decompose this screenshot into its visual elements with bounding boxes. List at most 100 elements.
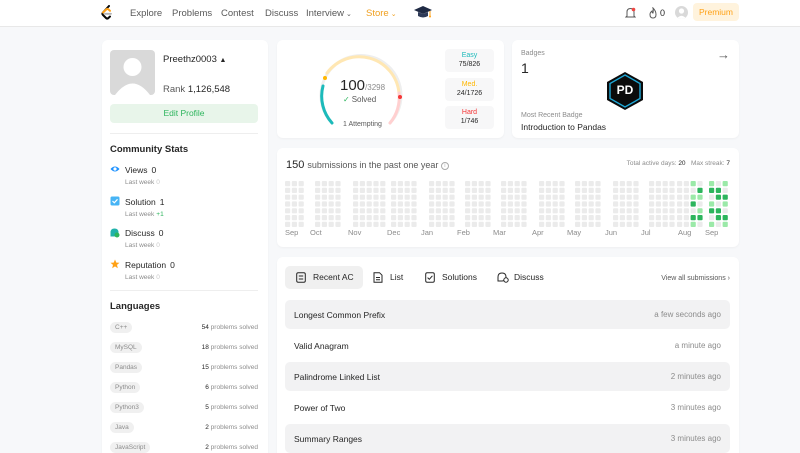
heatmap-cell[interactable]	[545, 201, 551, 207]
heatmap-cell[interactable]	[321, 194, 327, 200]
list-item[interactable]: Power of Two 3 minutes ago	[285, 393, 730, 422]
heatmap-cell[interactable]	[619, 221, 625, 227]
heatmap-cell[interactable]	[471, 208, 477, 214]
heatmap-cell[interactable]	[588, 187, 594, 193]
heatmap-cell[interactable]	[353, 208, 359, 214]
heatmap-cell[interactable]	[285, 208, 291, 214]
heatmap-cell[interactable]	[521, 181, 527, 187]
heatmap-cell[interactable]	[411, 187, 417, 193]
heatmap-cell[interactable]	[380, 187, 386, 193]
heatmap-cell[interactable]	[442, 215, 448, 221]
heatmap-cell[interactable]	[298, 208, 304, 214]
notification-bell-icon[interactable]	[625, 7, 636, 19]
heatmap-cell[interactable]	[715, 181, 721, 187]
heatmap-cell[interactable]	[539, 201, 545, 207]
heatmap-cell[interactable]	[291, 215, 297, 221]
heatmap-cell[interactable]	[669, 194, 675, 200]
difficulty-hard[interactable]: Hard 1/746	[445, 106, 494, 129]
heatmap-cell[interactable]	[449, 215, 455, 221]
heatmap-cell[interactable]	[335, 187, 341, 193]
heatmap-cell[interactable]	[683, 187, 689, 193]
heatmap-cell[interactable]	[335, 181, 341, 187]
heatmap-cell[interactable]	[391, 215, 397, 221]
heatmap-cell[interactable]	[321, 187, 327, 193]
heatmap-cell[interactable]	[507, 215, 513, 221]
heatmap-cell[interactable]	[353, 194, 359, 200]
heatmap-cell[interactable]	[501, 187, 507, 193]
heatmap-cell[interactable]	[697, 201, 703, 207]
heatmap-cell[interactable]	[442, 181, 448, 187]
heatmap-cell[interactable]	[545, 181, 551, 187]
lang-tag-mysql[interactable]: MySQL	[110, 342, 142, 353]
heatmap-cell[interactable]	[359, 194, 365, 200]
heatmap-cell[interactable]	[478, 194, 484, 200]
heatmap-cell[interactable]	[435, 208, 441, 214]
heatmap-cell[interactable]	[321, 215, 327, 221]
heatmap-cell[interactable]	[449, 194, 455, 200]
tab-recent-ac[interactable]: Recent AC	[285, 266, 363, 289]
heatmap-cell[interactable]	[613, 208, 619, 214]
heatmap-cell[interactable]	[613, 201, 619, 207]
heatmap-cell[interactable]	[715, 187, 721, 193]
heatmap-cell[interactable]	[501, 201, 507, 207]
heatmap-cell[interactable]	[507, 208, 513, 214]
heatmap-cell[interactable]	[626, 215, 632, 221]
heatmap-cell[interactable]	[397, 201, 403, 207]
heatmap-cell[interactable]	[581, 187, 587, 193]
heatmap-cell[interactable]	[669, 187, 675, 193]
leetcode-logo-icon[interactable]	[100, 5, 114, 21]
heatmap-cell[interactable]	[575, 208, 581, 214]
heatmap-cell[interactable]	[404, 208, 410, 214]
heatmap-cell[interactable]	[649, 201, 655, 207]
heatmap-cell[interactable]	[539, 187, 545, 193]
heatmap-cell[interactable]	[298, 194, 304, 200]
streak-flame-icon[interactable]	[648, 7, 658, 19]
heatmap-cell[interactable]	[588, 215, 594, 221]
nav-explore[interactable]: Explore	[130, 8, 162, 19]
heatmap-cell[interactable]	[471, 194, 477, 200]
heatmap-cell[interactable]	[662, 201, 668, 207]
heatmap-cell[interactable]	[633, 194, 639, 200]
heatmap-cell[interactable]	[588, 221, 594, 227]
heatmap-cell[interactable]	[690, 201, 696, 207]
heatmap-cell[interactable]	[373, 208, 379, 214]
heatmap-cell[interactable]	[677, 208, 683, 214]
heatmap-cell[interactable]	[315, 187, 321, 193]
heatmap-cell[interactable]	[722, 194, 728, 200]
heatmap-cell[interactable]	[442, 187, 448, 193]
heatmap-cell[interactable]	[366, 215, 372, 221]
heatmap-cell[interactable]	[429, 194, 435, 200]
heatmap-cell[interactable]	[435, 181, 441, 187]
heatmap-cell[interactable]	[539, 221, 545, 227]
heatmap-cell[interactable]	[429, 201, 435, 207]
heatmap-cell[interactable]	[411, 181, 417, 187]
heatmap-cell[interactable]	[581, 181, 587, 187]
heatmap-cell[interactable]	[315, 215, 321, 221]
heatmap-cell[interactable]	[595, 181, 601, 187]
heatmap-cell[interactable]	[619, 181, 625, 187]
heatmap-cell[interactable]	[449, 187, 455, 193]
heatmap-cell[interactable]	[588, 201, 594, 207]
heatmap-cell[interactable]	[709, 215, 715, 221]
list-item[interactable]: Valid Anagram a minute ago	[285, 331, 730, 360]
heatmap-cell[interactable]	[298, 221, 304, 227]
heatmap-cell[interactable]	[478, 208, 484, 214]
heatmap-cell[interactable]	[291, 181, 297, 187]
heatmap-cell[interactable]	[709, 208, 715, 214]
heatmap-cell[interactable]	[662, 215, 668, 221]
heatmap-cell[interactable]	[404, 215, 410, 221]
heatmap-cell[interactable]	[442, 194, 448, 200]
heatmap-cell[interactable]	[662, 194, 668, 200]
heatmap-cell[interactable]	[633, 201, 639, 207]
heatmap-cell[interactable]	[485, 201, 491, 207]
heatmap-cell[interactable]	[662, 181, 668, 187]
heatmap-cell[interactable]	[539, 194, 545, 200]
heatmap-cell[interactable]	[690, 181, 696, 187]
heatmap-cell[interactable]	[471, 187, 477, 193]
heatmap-cell[interactable]	[521, 201, 527, 207]
heatmap-cell[interactable]	[690, 187, 696, 193]
heatmap-cell[interactable]	[507, 187, 513, 193]
heatmap-cell[interactable]	[373, 215, 379, 221]
heatmap-cell[interactable]	[291, 221, 297, 227]
heatmap-cell[interactable]	[501, 215, 507, 221]
